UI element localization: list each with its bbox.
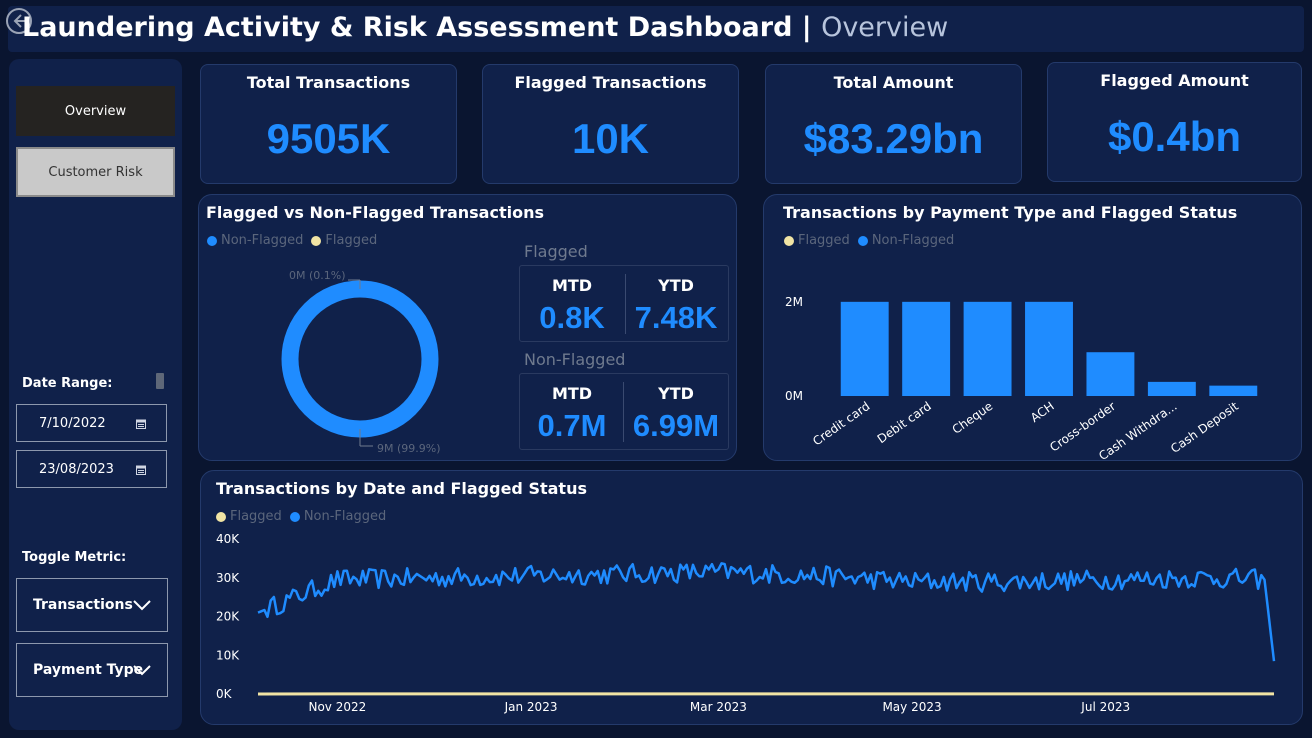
flagged-stats-box: MTD 0.8K YTD 7.48K xyxy=(519,265,729,342)
y-tick-label: 20K xyxy=(216,610,240,624)
category-dropdown-value: Payment Type xyxy=(33,662,144,678)
x-tick-label: Jul 2023 xyxy=(1080,700,1130,714)
kpi-card-total-amount: Total Amount $83.29bn xyxy=(765,64,1022,184)
nonflagged-ytd-label: YTD xyxy=(658,384,694,403)
bar-nonflagged xyxy=(902,301,951,396)
y-tick-label: 10K xyxy=(216,648,240,662)
nav-customer-risk-button[interactable]: Customer Risk xyxy=(16,147,175,197)
y-tick-label: 0M xyxy=(785,389,803,403)
toggle-metric-label: Toggle Metric: xyxy=(22,550,127,565)
kpi-title: Flagged Amount xyxy=(1100,71,1249,90)
calendar-icon[interactable] xyxy=(136,419,146,429)
x-tick-label: Credit card xyxy=(810,399,872,448)
metric-dropdown-value: Transactions xyxy=(33,597,133,613)
x-tick-label: Nov 2022 xyxy=(308,700,366,714)
chevron-down-icon xyxy=(133,665,151,676)
kpi-card-flagged-transactions: Flagged Transactions 10K xyxy=(482,64,739,184)
metric-dropdown[interactable]: Transactions xyxy=(16,578,168,632)
x-tick-label: May 2023 xyxy=(882,700,941,714)
bar-nonflagged xyxy=(1086,352,1135,396)
y-tick-label: 2M xyxy=(785,295,803,309)
kpi-title: Total Amount xyxy=(833,73,954,92)
bar-nonflagged xyxy=(1025,301,1073,396)
category-dropdown[interactable]: Payment Type xyxy=(16,643,168,697)
end-date-field[interactable]: 23/08/2023 xyxy=(16,450,167,488)
flagged-ytd-label: YTD xyxy=(658,276,694,295)
page-title-section: Overview xyxy=(821,12,949,43)
end-date-value: 23/08/2023 xyxy=(39,461,114,477)
bar-nonflagged xyxy=(963,301,1012,396)
kpi-value: 10K xyxy=(571,115,650,162)
donut-panel: Flagged vs Non-Flagged Transactions Non-… xyxy=(198,194,737,461)
kpi-value: 9505K xyxy=(266,115,391,162)
y-tick-label: 30K xyxy=(216,571,240,585)
chevron-down-icon xyxy=(133,600,151,611)
bar-chart: 0M2MCredit card Debit card Cheque ACHCross-… xyxy=(785,295,1258,462)
kpi-value: $0.4bn xyxy=(1107,113,1242,160)
x-tick-label: Mar 2023 xyxy=(690,700,747,714)
bar-nonflagged xyxy=(1209,385,1258,396)
bar-nonflagged xyxy=(840,301,889,396)
kpi-title: Total Transactions xyxy=(246,73,411,92)
nonflagged-stats-box: MTD 0.7M YTD 6.99M xyxy=(519,373,729,450)
line-chart: 0K 10K 20K 30K 40K Nov 2022 Jan 2023 Mar 2023 Ma… xyxy=(216,532,1276,714)
start-date-field[interactable]: 7/10/2022 xyxy=(16,404,167,442)
bar-panel: Transactions by Payment Type and Flagged… xyxy=(763,194,1302,462)
donut-label-flagged: 0M (0.1%) xyxy=(289,269,346,282)
line-panel: Transactions by Date and Flagged Status … xyxy=(200,470,1303,725)
x-tick-label: Debit card xyxy=(875,399,934,446)
kpi-card-total-transactions: Total Transactions 9505K xyxy=(200,64,457,184)
nav-overview-button[interactable]: Overview xyxy=(16,86,175,136)
x-tick-label: Jan 2023 xyxy=(504,700,558,714)
kpi-title: Flagged Transactions xyxy=(514,73,707,92)
x-tick-label: Cheque xyxy=(950,399,996,437)
donut-slice-nonflagged[interactable] xyxy=(281,280,439,438)
flagged-section-label: Flagged xyxy=(524,242,588,261)
line-nonflagged xyxy=(257,562,1276,662)
x-tick-label: ACH xyxy=(1028,399,1057,425)
date-range-label: Date Range: xyxy=(22,376,113,391)
start-date-value: 7/10/2022 xyxy=(39,415,106,431)
page-title: Laundering Activity & Risk Assessment Da… xyxy=(22,12,948,43)
calendar-icon[interactable] xyxy=(136,465,146,475)
nonflagged-ytd-value: 6.99M xyxy=(632,408,720,443)
nonflagged-section-label: Non-Flagged xyxy=(524,350,626,369)
page-title-main: Laundering Activity & Risk Assessment Da… xyxy=(22,12,812,43)
flagged-ytd-value: 7.48K xyxy=(634,300,718,335)
y-tick-label: 40K xyxy=(216,532,240,546)
date-slider-handle[interactable] xyxy=(156,373,164,389)
kpi-card-flagged-amount: Flagged Amount $0.4bn xyxy=(1047,62,1302,182)
y-tick-label: 0K xyxy=(216,687,233,701)
kpi-value: $83.29bn xyxy=(803,115,984,162)
x-tick-label: Cash Deposit xyxy=(1168,399,1241,456)
bar-nonflagged xyxy=(1147,381,1196,396)
donut-label-nonflagged: 9M (99.9%) xyxy=(377,442,441,455)
